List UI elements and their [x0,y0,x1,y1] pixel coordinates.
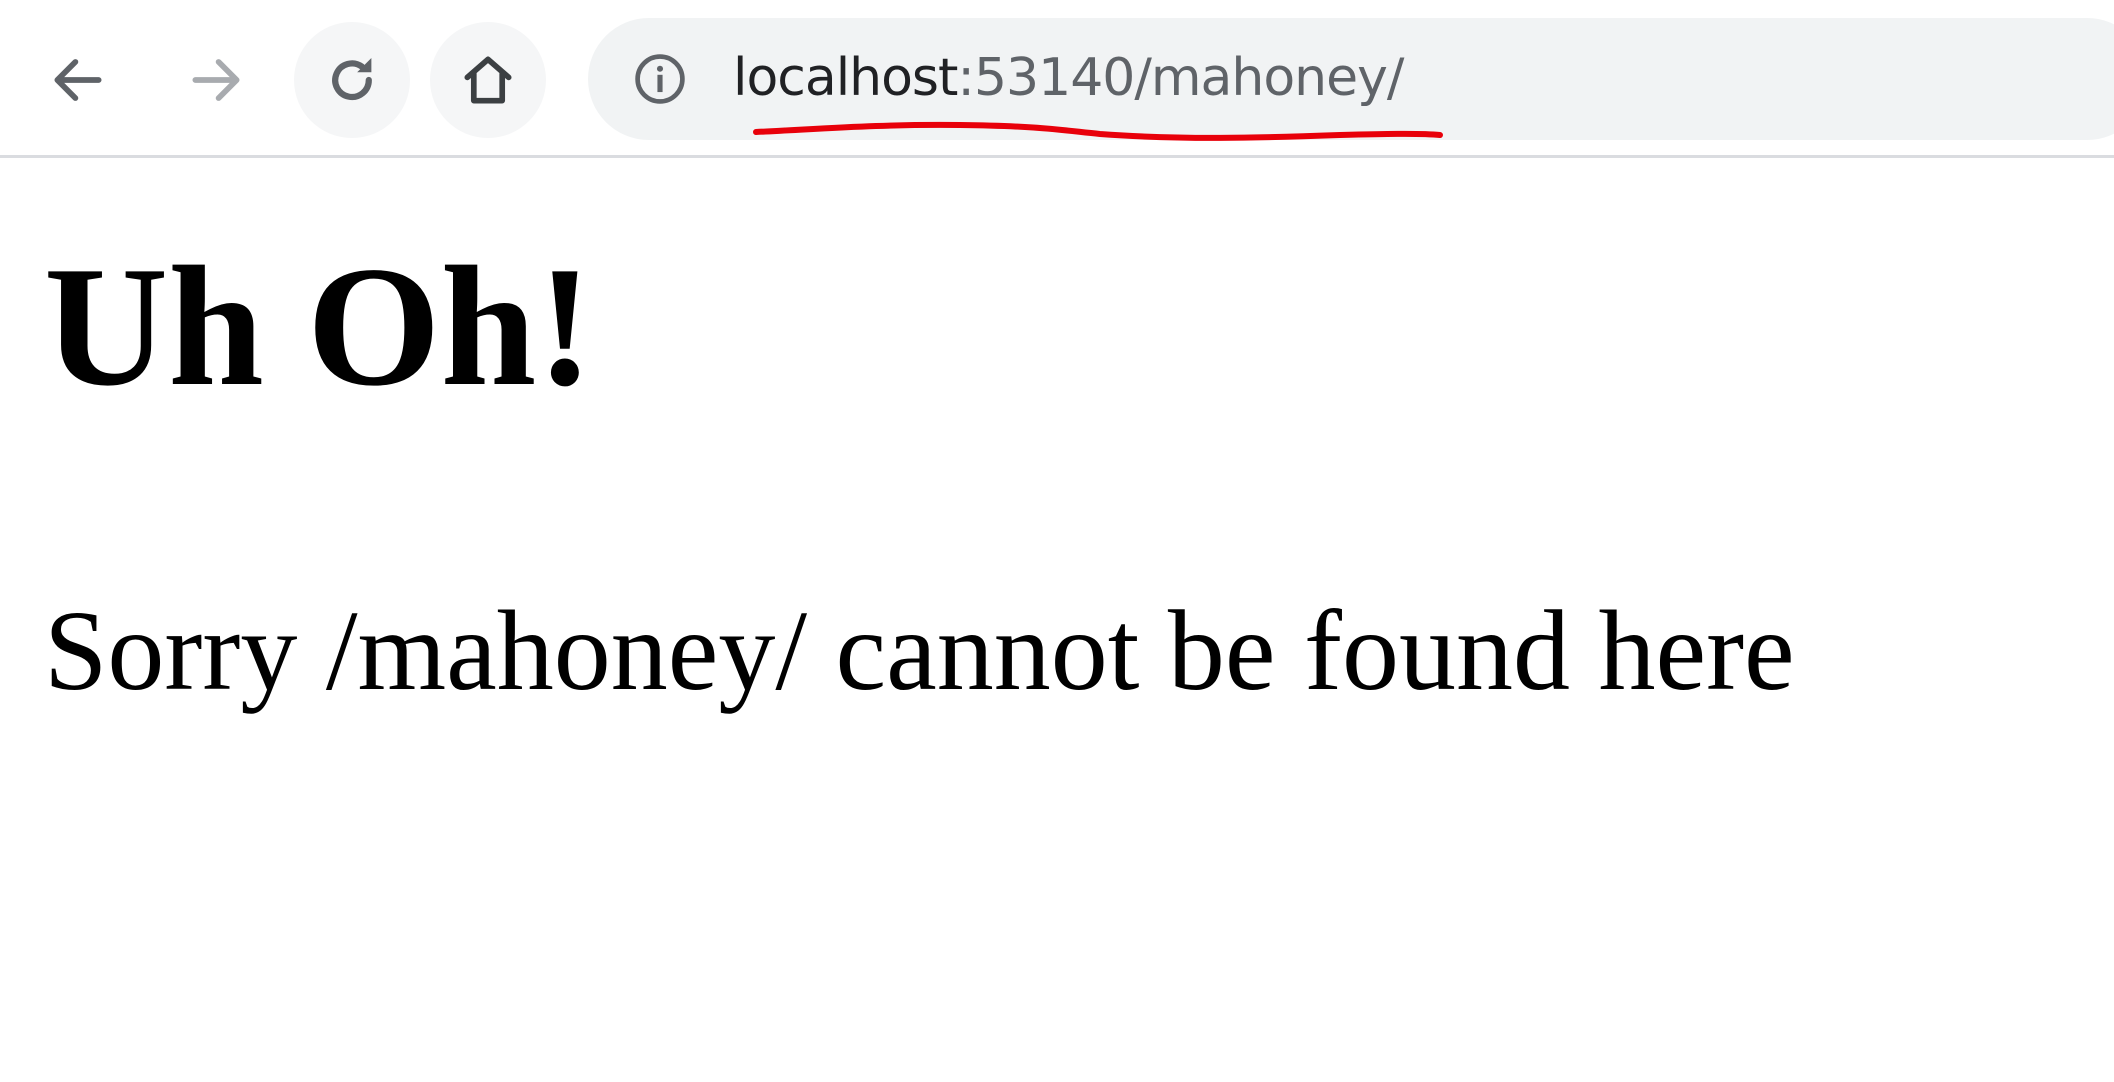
browser-toolbar: localhost:53140/mahoney/ [0,0,2114,158]
back-button[interactable] [20,22,136,138]
arrow-right-icon [192,59,240,101]
address-bar[interactable]: localhost:53140/mahoney/ [588,18,2114,140]
reload-button[interactable] [294,22,410,138]
info-circle-icon[interactable] [632,51,688,107]
home-icon [464,56,512,104]
forward-button[interactable] [158,22,274,138]
reload-icon [332,58,372,101]
url-host: localhost [733,48,958,108]
error-message: Sorry /mahoney/ cannot be found here [44,587,1795,714]
page-heading: Uh Oh! [44,232,594,422]
home-button[interactable] [430,22,546,138]
arrow-left-icon [54,59,102,101]
url-text[interactable]: localhost:53140/mahoney/ [733,40,1404,116]
url-path: :53140/mahoney/ [957,48,1404,108]
